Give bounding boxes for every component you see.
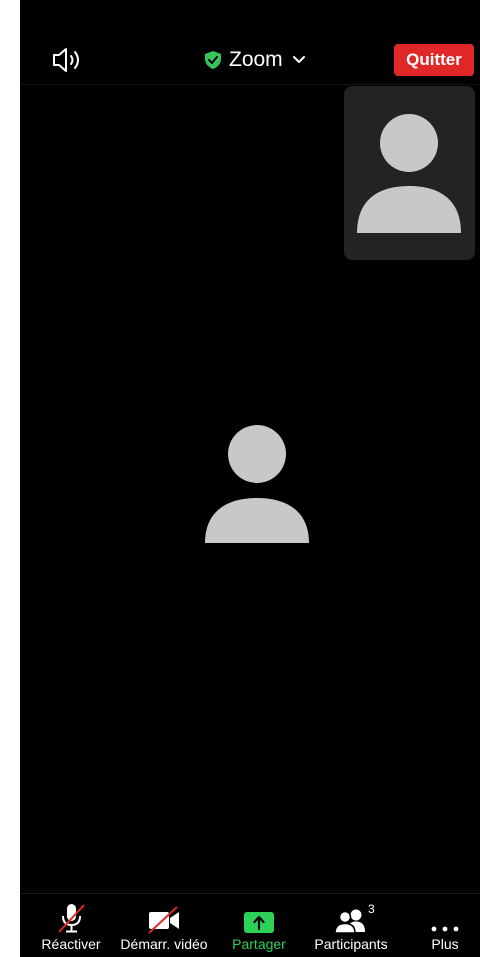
- start-video-button[interactable]: Démarr. vidéo: [118, 894, 210, 957]
- more-dots-icon: [431, 926, 459, 932]
- more-button[interactable]: Plus: [420, 894, 470, 957]
- avatar-icon: [205, 425, 309, 543]
- quit-button[interactable]: Quitter: [394, 44, 474, 76]
- share-screen-icon: [244, 912, 274, 933]
- meeting-header: Zoom Quitter: [20, 0, 480, 85]
- participants-count-badge: 3: [368, 902, 375, 916]
- meeting-toolbar: Réactiver Démarr. vidéo Partager Partici…: [20, 893, 480, 957]
- more-label: Plus: [431, 936, 459, 952]
- speaker-icon: [53, 48, 79, 72]
- unmute-button[interactable]: Réactiver: [38, 894, 104, 957]
- meeting-screen: Zoom Quitter Réactiver Démarr. vidéo Par…: [20, 0, 480, 957]
- participants-label: Participants: [314, 936, 388, 952]
- microphone-muted-icon: [58, 904, 85, 933]
- speaker-button[interactable]: [48, 44, 88, 76]
- meeting-title-dropdown[interactable]: Zoom: [203, 44, 305, 76]
- shield-check-icon: [205, 51, 221, 69]
- video-off-icon: [148, 906, 179, 934]
- meeting-title: Zoom: [229, 48, 283, 71]
- share-label: Partager: [232, 936, 286, 952]
- participants-button[interactable]: Participants 3: [308, 894, 394, 957]
- self-video-thumbnail[interactable]: [344, 86, 475, 260]
- participants-icon: [334, 909, 365, 934]
- start-video-label: Démarr. vidéo: [120, 936, 208, 952]
- share-button[interactable]: Partager: [224, 894, 294, 957]
- unmute-label: Réactiver: [41, 936, 101, 952]
- avatar-icon: [357, 114, 461, 233]
- chevron-down-icon: [292, 56, 305, 63]
- active-speaker-avatar: [204, 424, 310, 549]
